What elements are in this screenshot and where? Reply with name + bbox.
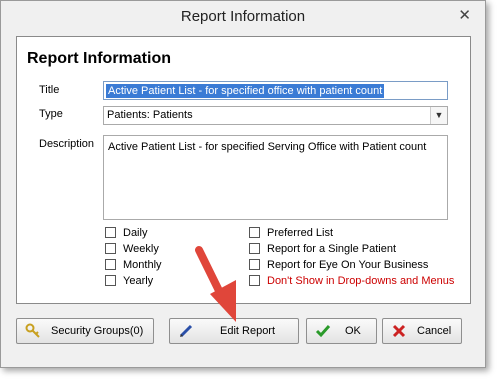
checkbox-box[interactable]: [105, 259, 116, 270]
checkbox-box[interactable]: [249, 243, 260, 254]
description-textarea[interactable]: Active Patient List - for specified Serv…: [103, 135, 448, 220]
checkbox-label: Report for Eye On Your Business: [267, 259, 429, 271]
report-information-dialog: Report Information ✕ Report Information …: [0, 0, 486, 368]
title-input-value: Active Patient List - for specified offi…: [106, 84, 385, 98]
type-dropdown[interactable]: Patients: Patients ▼: [103, 106, 448, 125]
form-heading: Report Information: [27, 50, 171, 67]
edit-report-button[interactable]: Edit Report: [169, 318, 299, 344]
checkbox-box[interactable]: [105, 243, 116, 254]
key-icon: [25, 323, 41, 339]
ok-button[interactable]: OK: [306, 318, 377, 344]
checkbox-box[interactable]: [105, 275, 116, 286]
checkmark-icon: [315, 323, 331, 339]
title-input[interactable]: Active Patient List - for specified offi…: [103, 81, 448, 100]
description-value: Active Patient List - for specified Serv…: [108, 141, 427, 153]
type-dropdown-value: Patients: Patients: [107, 109, 193, 121]
title-bar[interactable]: Report Information ✕: [1, 1, 485, 33]
checkbox-label: Don't Show in Drop-downs and Menus: [267, 275, 455, 287]
checkbox-label: Weekly: [123, 243, 159, 255]
security-groups-button[interactable]: Security Groups(0): [16, 318, 154, 344]
report-info-group: Report Information Title Active Patient …: [16, 36, 471, 304]
description-label: Description: [39, 138, 95, 150]
checkbox-box[interactable]: [249, 259, 260, 270]
ok-label: OK: [345, 325, 361, 337]
edit-report-label: Edit Report: [220, 325, 276, 337]
title-label: Title: [39, 84, 60, 96]
checkbox-box[interactable]: [249, 275, 260, 286]
security-groups-label: Security Groups(0): [51, 325, 144, 337]
checkbox-label: Monthly: [123, 259, 162, 271]
cancel-button[interactable]: Cancel: [382, 318, 462, 344]
cancel-label: Cancel: [417, 325, 452, 337]
window-title: Report Information: [180, 8, 306, 25]
checkbox-box[interactable]: [249, 227, 260, 238]
type-label: Type: [39, 108, 63, 120]
close-icon[interactable]: ✕: [458, 7, 471, 25]
checkbox-box[interactable]: [105, 227, 116, 238]
chevron-down-icon[interactable]: ▼: [430, 107, 447, 124]
x-icon: [391, 323, 407, 339]
checkbox-label: Report for a Single Patient: [267, 243, 397, 255]
checkbox-label: Daily: [123, 227, 148, 239]
checkbox-label: Yearly: [123, 275, 154, 287]
checkbox-label: Preferred List: [267, 227, 334, 239]
pen-icon: [178, 323, 194, 339]
